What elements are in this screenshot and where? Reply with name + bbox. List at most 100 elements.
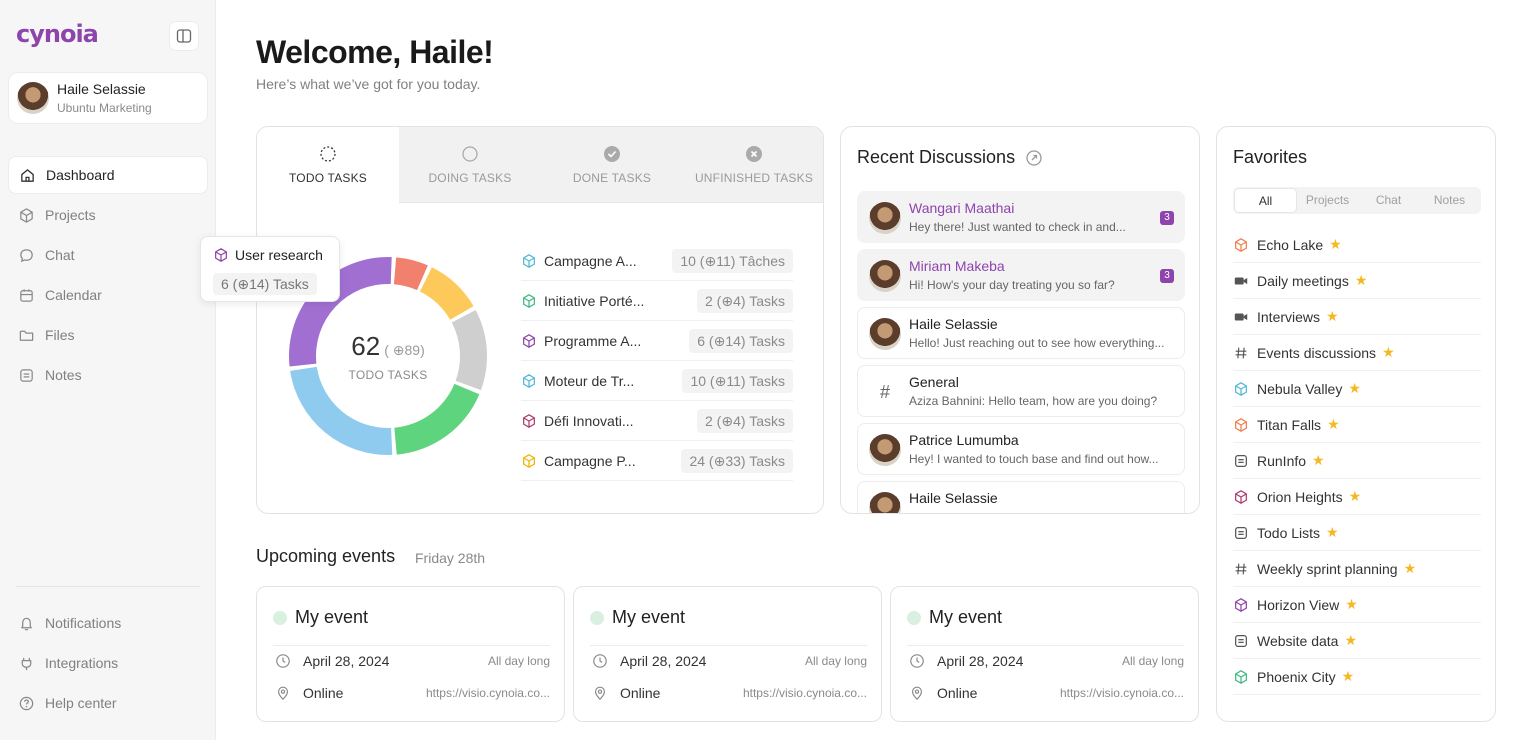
events-title: Upcoming events [256, 546, 396, 566]
globe-icon: ⊕ [713, 452, 726, 469]
star-icon[interactable]: ★ [1326, 308, 1339, 325]
event-link[interactable]: https://visio.cynoia.co... [426, 686, 550, 700]
event-link[interactable]: https://visio.cynoia.co... [743, 686, 867, 700]
project-name: Initiative Porté... [544, 292, 645, 309]
discussion-item[interactable]: Patrice Lumumba Hey! I wanted to touch b… [857, 423, 1185, 475]
avatar [869, 202, 901, 234]
nav-label: Dashboard [46, 167, 115, 183]
event-card[interactable]: My event April 28, 2024 All day long Onl… [256, 586, 565, 722]
favorites-tab-chat[interactable]: Chat [1358, 188, 1419, 213]
cube-icon [521, 293, 544, 309]
star-icon[interactable]: ★ [1404, 560, 1417, 577]
favorite-item[interactable]: Todo Lists ★ [1233, 515, 1481, 551]
globe-icon: ⊕ [714, 372, 727, 389]
tab-unfinished-tasks[interactable]: UNFINISHED TASKS [683, 127, 823, 203]
favorites-tab-all[interactable]: All [1234, 188, 1297, 213]
favorite-label: Orion Heights [1257, 488, 1343, 505]
task-project-row[interactable]: Campagne P... 24 (⊕33) Tasks [521, 441, 793, 481]
event-link[interactable]: https://visio.cynoia.co... [1060, 686, 1184, 700]
event-card[interactable]: My event April 28, 2024 All day long Onl… [573, 586, 882, 722]
nav-item-projects[interactable]: Projects [8, 196, 208, 234]
star-icon[interactable]: ★ [1349, 488, 1362, 505]
star-icon[interactable]: ★ [1355, 272, 1368, 289]
event-location: Online [620, 685, 661, 701]
todo-total: 62 [351, 330, 381, 361]
discussion-item[interactable]: Miriam Makeba Hi! How's your day treatin… [857, 249, 1185, 301]
favorite-item[interactable]: Daily meetings ★ [1233, 263, 1481, 299]
star-icon[interactable]: ★ [1342, 668, 1355, 685]
task-project-row[interactable]: Initiative Porté... 2 (⊕4) Tasks [521, 281, 793, 321]
cube-icon [20, 207, 33, 223]
star-icon[interactable]: ★ [1344, 632, 1357, 649]
collapse-sidebar-button[interactable] [169, 21, 199, 51]
tasks-card: TODO TASKS DOING TASKS DONE TASKS UNFINI… [256, 126, 824, 514]
event-status-dot [273, 610, 287, 625]
nav-item-notes[interactable]: Notes [8, 356, 208, 394]
avatar [869, 260, 901, 292]
task-project-row[interactable]: Programme A... 6 (⊕14) Tasks [521, 321, 793, 361]
nav-item-chat[interactable]: Chat [8, 236, 208, 274]
favorite-label: Phoenix City [1257, 668, 1336, 685]
favorite-item[interactable]: Website data ★ [1233, 623, 1481, 659]
discussion-name: General [909, 374, 959, 390]
event-card[interactable]: My event April 28, 2024 All day long Onl… [890, 586, 1199, 722]
discussion-item[interactable]: # General Aziza Bahnini: Hello team, how … [857, 365, 1185, 417]
favorite-item[interactable]: Weekly sprint planning ★ [1233, 551, 1481, 587]
favorites-filter-tabs: All Projects Chat Notes [1233, 187, 1481, 214]
user-profile-card[interactable]: Haile Selassie Ubuntu Marketing [8, 72, 208, 124]
project-name: Campagne P... [544, 452, 636, 469]
star-icon[interactable]: ★ [1382, 344, 1395, 361]
star-icon[interactable]: ★ [1312, 452, 1325, 469]
favorites-tab-notes[interactable]: Notes [1419, 188, 1480, 213]
favorite-item[interactable]: Phoenix City ★ [1233, 659, 1481, 695]
event-date: April 28, 2024 [620, 653, 707, 669]
discussion-item[interactable]: Wangari Maathai Hey there! Just wanted t… [857, 191, 1185, 243]
project-task-count: 2 (⊕4) Tasks [697, 288, 793, 313]
logo[interactable]: cynoia [16, 20, 99, 48]
event-date: April 28, 2024 [303, 653, 390, 669]
favorite-item[interactable]: Interviews ★ [1233, 299, 1481, 335]
nav-item-integrations[interactable]: Integrations [8, 644, 208, 682]
nav-item-help-center[interactable]: Help center [8, 684, 208, 722]
globe-icon: ⊕ [713, 332, 726, 349]
tab-done-tasks[interactable]: DONE TASKS [541, 127, 683, 203]
favorite-item[interactable]: Echo Lake ★ [1233, 227, 1481, 263]
task-project-row[interactable]: Campagne A... 10 (⊕11) Tâches [521, 241, 793, 281]
favorite-item[interactable]: Orion Heights ★ [1233, 479, 1481, 515]
x-circle-icon [746, 146, 762, 162]
task-project-row[interactable]: Défi Innovati... 2 (⊕4) Tasks [521, 401, 793, 441]
star-icon[interactable]: ★ [1345, 596, 1358, 613]
event-title: My event [612, 607, 686, 627]
favorites-tab-projects[interactable]: Projects [1297, 188, 1358, 213]
hash-icon [1233, 345, 1249, 361]
nav-item-notifications[interactable]: Notifications [8, 604, 208, 642]
star-icon[interactable]: ★ [1329, 236, 1342, 253]
nav-item-files[interactable]: Files [8, 316, 208, 354]
favorite-item[interactable]: RunInfo ★ [1233, 443, 1481, 479]
open-link-icon[interactable] [1025, 149, 1043, 167]
discussions-title: Recent Discussions [857, 147, 1016, 167]
globe-icon: ⊕ [392, 341, 405, 358]
project-name: Programme A... [544, 332, 642, 349]
discussion-item[interactable]: Haile Selassie [857, 481, 1185, 513]
discussion-item[interactable]: Haile Selassie Hello! Just reaching out … [857, 307, 1185, 359]
discussion-preview: Hey there! Just wanted to check in and..… [909, 220, 1126, 234]
star-icon[interactable]: ★ [1326, 524, 1339, 541]
nav-label: Notifications [45, 615, 122, 631]
favorite-item[interactable]: Titan Falls ★ [1233, 407, 1481, 443]
calendar-icon [20, 288, 33, 302]
favorite-item[interactable]: Events discussions ★ [1233, 335, 1481, 371]
tooltip-title: User research [235, 247, 323, 263]
nav-item-calendar[interactable]: Calendar [8, 276, 208, 314]
tab-doing-tasks[interactable]: DOING TASKS [399, 127, 541, 203]
favorite-item[interactable]: Nebula Valley ★ [1233, 371, 1481, 407]
nav-item-dashboard[interactable]: Dashboard [8, 156, 208, 194]
star-icon[interactable]: ★ [1348, 380, 1361, 397]
tab-todo-tasks[interactable]: TODO TASKS [257, 127, 399, 203]
page-subtitle: Here’s what we’ve got for you today. [256, 76, 481, 92]
discussion-preview: Hello! Just reaching out to see how ever… [909, 336, 1165, 350]
task-project-row[interactable]: Moteur de Tr... 10 (⊕11) Tasks [521, 361, 793, 401]
star-icon[interactable]: ★ [1327, 416, 1340, 433]
favorite-item[interactable]: Horizon View ★ [1233, 587, 1481, 623]
nav-label: Files [45, 327, 75, 343]
